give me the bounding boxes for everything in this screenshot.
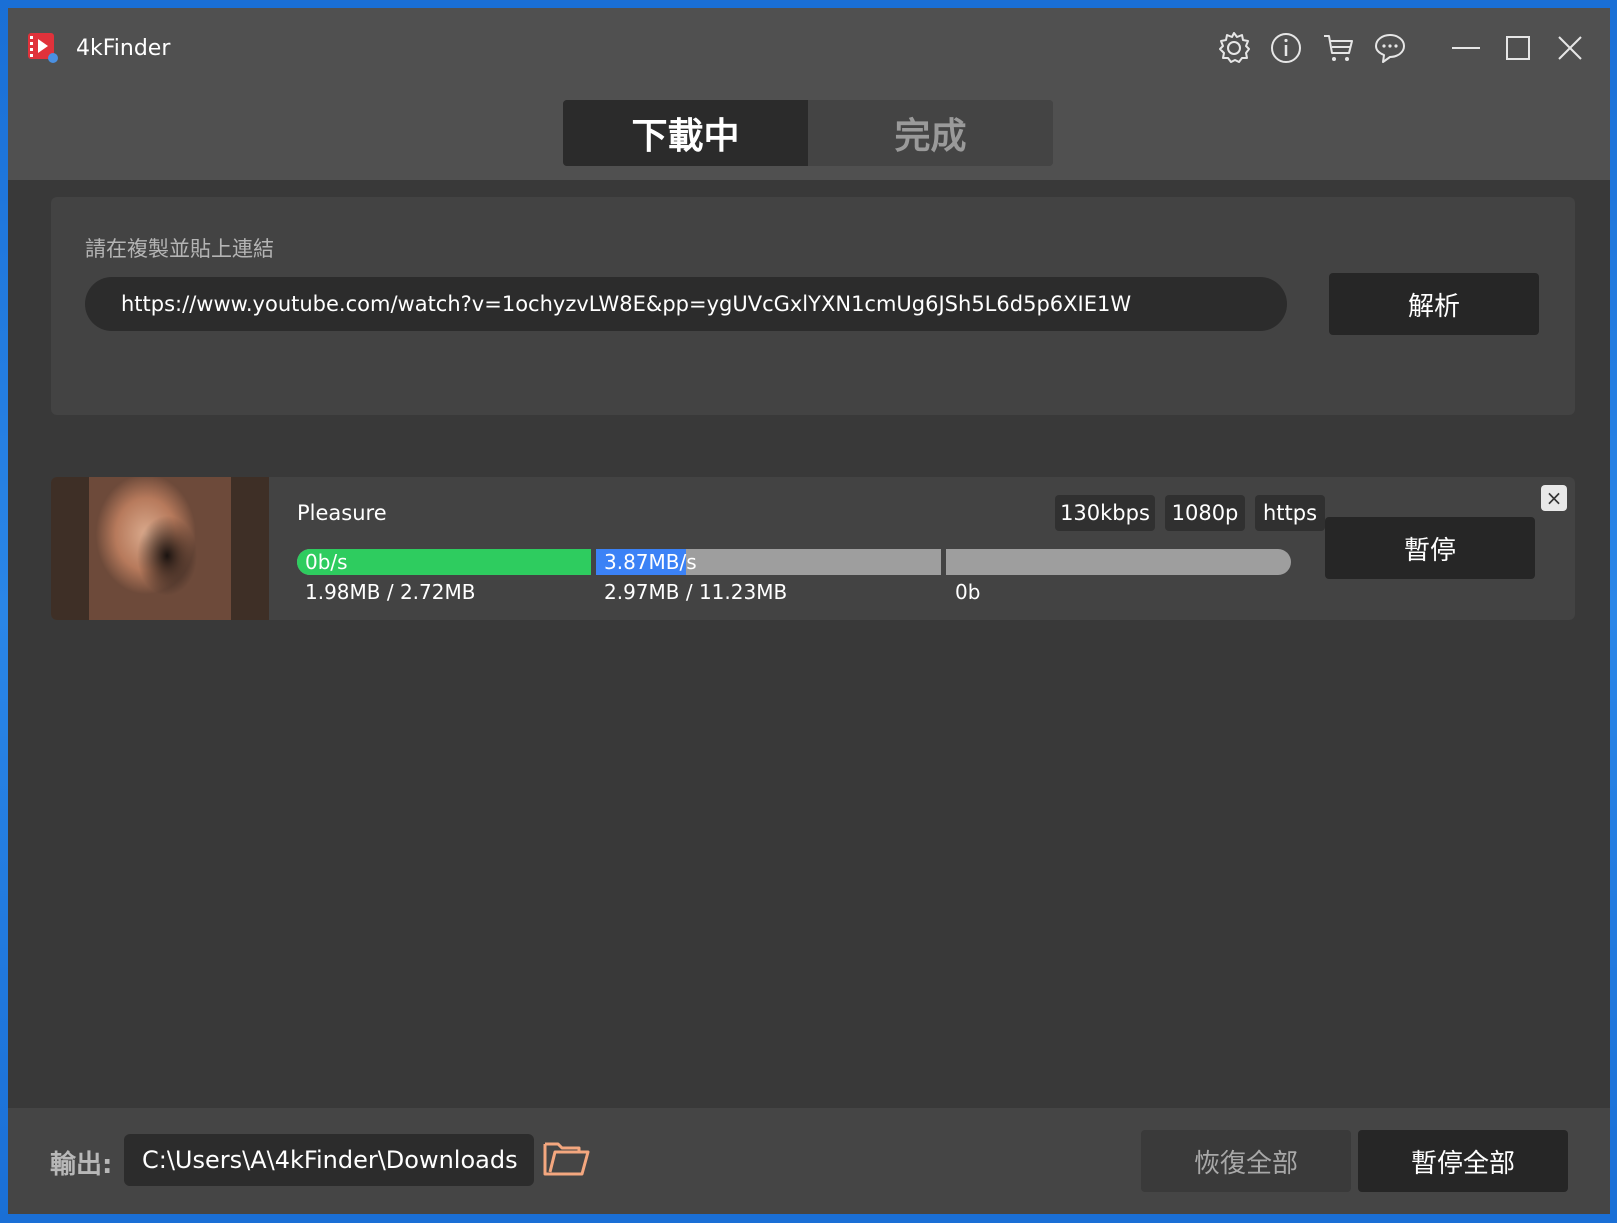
- output-path-field[interactable]: C:\Users\A\4kFinder\Downloads: [124, 1134, 534, 1186]
- pause-button[interactable]: 暫停: [1325, 517, 1535, 579]
- tab-bar: 下載中 完成: [563, 100, 1053, 166]
- track-title: Pleasure: [297, 501, 387, 525]
- maximize-icon[interactable]: [1500, 30, 1536, 66]
- bitrate-badge: 130kbps: [1055, 495, 1155, 531]
- app-title: 4kFinder: [76, 36, 171, 61]
- pause-all-button[interactable]: 暫停全部: [1358, 1130, 1568, 1192]
- tab-completed[interactable]: 完成: [808, 100, 1053, 166]
- thumbnail-image: [89, 477, 231, 620]
- resume-all-button[interactable]: 恢復全部: [1141, 1130, 1351, 1192]
- info-icon[interactable]: [1268, 30, 1304, 66]
- chat-icon[interactable]: [1372, 30, 1408, 66]
- remove-item-button[interactable]: ×: [1541, 485, 1567, 511]
- app-logo-icon: [28, 33, 58, 63]
- cart-icon[interactable]: [1320, 30, 1356, 66]
- merge-size-stat: 0b: [955, 580, 981, 604]
- parse-button[interactable]: 解析: [1329, 273, 1539, 335]
- footer-bar: 輸出: C:\Users\A\4kFinder\Downloads 恢復全部 暫…: [8, 1108, 1610, 1214]
- url-hint: 請在複製並貼上連結: [85, 237, 274, 261]
- resolution-badge: 1080p: [1165, 495, 1245, 531]
- gear-icon[interactable]: [1216, 30, 1252, 66]
- download-item: Pleasure 130kbps 1080p https 0b/s 3.87MB…: [51, 477, 1575, 620]
- video-speed: 3.87MB/s: [604, 550, 697, 574]
- thumbnail: [51, 477, 269, 620]
- folder-icon[interactable]: [542, 1136, 590, 1180]
- url-input[interactable]: https://www.youtube.com/watch?v=1ochyzvL…: [85, 277, 1287, 331]
- merge-progress-bar: [946, 549, 1291, 575]
- protocol-badge: https: [1255, 495, 1325, 531]
- title-bar: 4kFinder 下載中 完成: [8, 8, 1610, 180]
- app-window: 4kFinder 下載中 完成 請在複製並貼上連結 https://www.yo…: [8, 8, 1610, 1214]
- audio-speed: 0b/s: [305, 550, 348, 574]
- url-panel: 請在複製並貼上連結 https://www.youtube.com/watch?…: [51, 197, 1575, 415]
- output-label: 輸出:: [50, 1150, 113, 1180]
- video-progress-bar: 3.87MB/s: [596, 549, 941, 575]
- audio-progress-bar: 0b/s: [297, 549, 591, 575]
- audio-size-stat: 1.98MB / 2.72MB: [305, 580, 476, 604]
- video-size-stat: 2.97MB / 11.23MB: [604, 580, 788, 604]
- tab-downloading[interactable]: 下載中: [563, 100, 808, 166]
- close-icon[interactable]: [1552, 30, 1588, 66]
- minimize-icon[interactable]: [1448, 30, 1484, 66]
